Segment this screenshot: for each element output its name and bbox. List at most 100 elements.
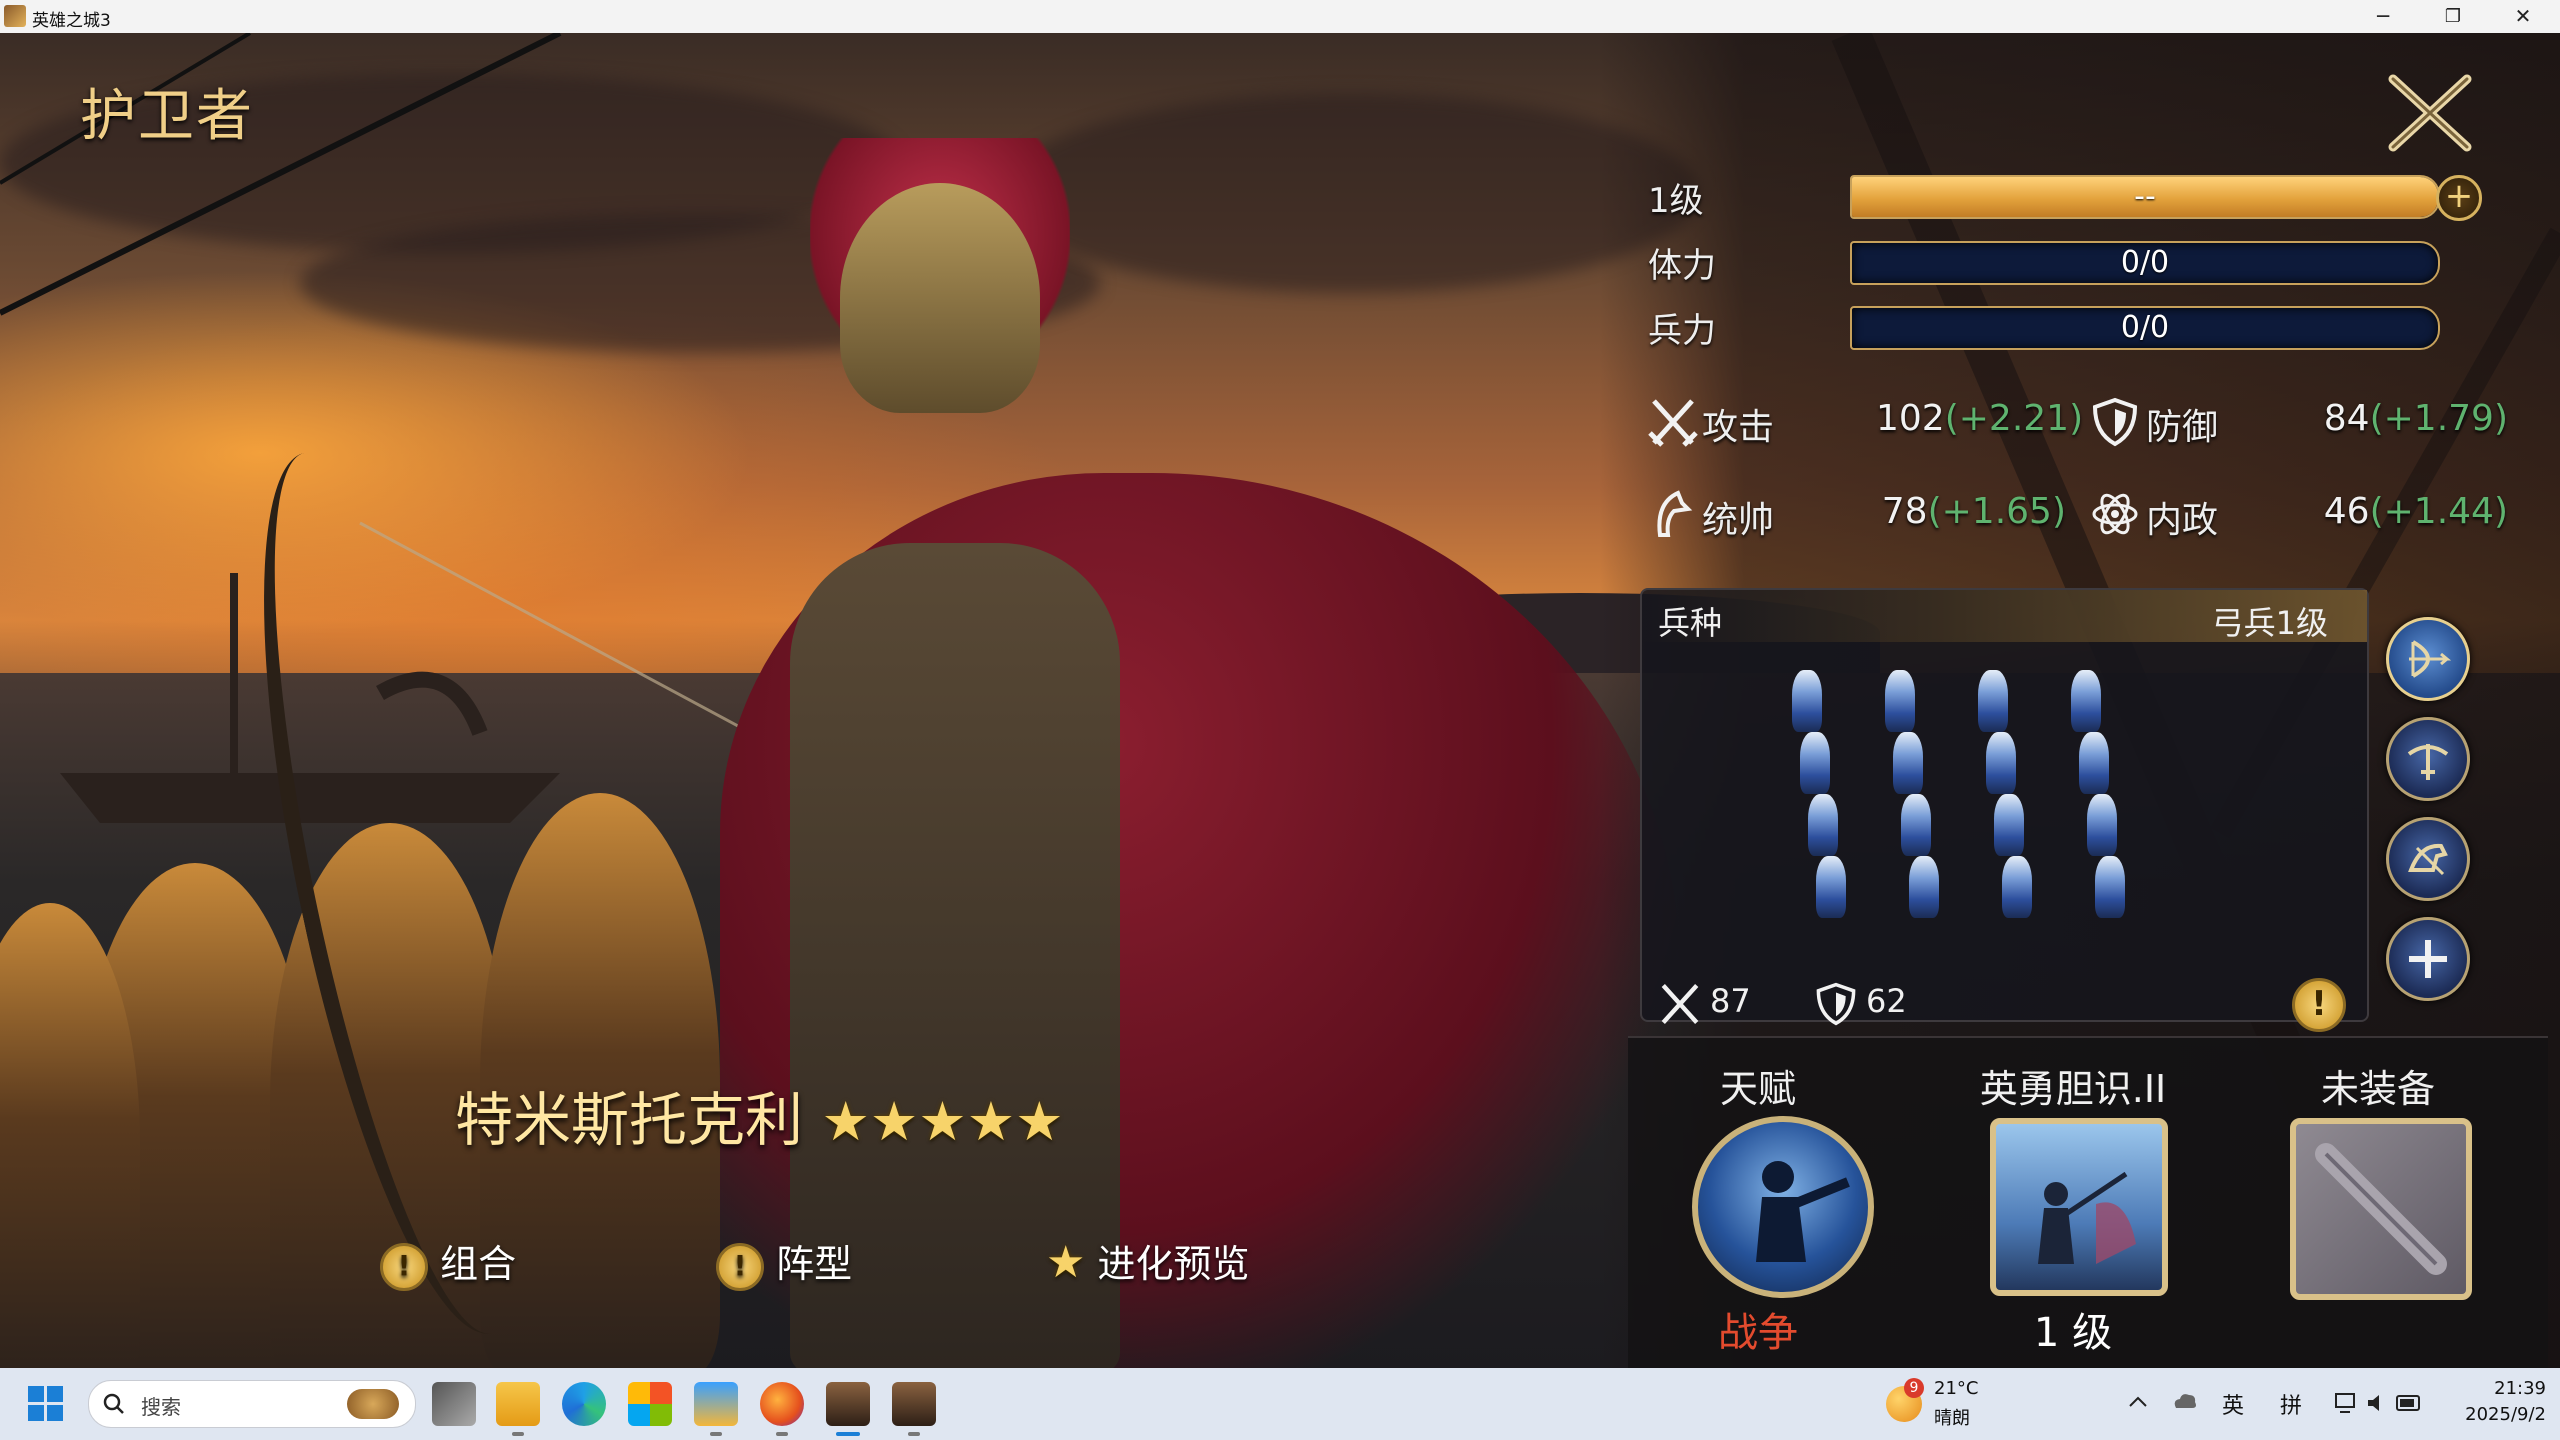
clock-time[interactable]: 21:39: [2466, 1378, 2546, 1399]
troop-formation-grid: [1792, 670, 2192, 950]
add-unit-tab[interactable]: [2386, 917, 2470, 1001]
defense-label: 防御: [2146, 407, 2219, 448]
edge-browser-icon[interactable]: [562, 1382, 606, 1426]
archer-troop-figure: [2095, 856, 2125, 918]
stamina-bar: 0/0: [1850, 241, 2440, 285]
game-viewport: 护卫者 1级 -- + 体力 0/0 兵力 0/0 攻击 102(+2.21) …: [0, 33, 2560, 1368]
app-running-indicator: [776, 1432, 788, 1436]
formation-label: 阵型: [776, 1242, 853, 1286]
crossbow-unit-icon: [2407, 744, 2449, 780]
talent-title: 天赋: [1719, 1067, 1796, 1111]
ms-store-icon[interactable]: [628, 1382, 672, 1426]
app-icon: [4, 5, 26, 27]
ime-lang[interactable]: 英: [2222, 1388, 2244, 1420]
archer-troop-figure: [1986, 732, 2016, 794]
combo-link[interactable]: ! 组合: [380, 1233, 516, 1291]
archer-troop-figure: [1994, 794, 2024, 856]
task-view-icon[interactable]: [432, 1382, 476, 1426]
minimize-button[interactable]: ─: [2348, 0, 2418, 33]
combo-label: 组合: [440, 1242, 517, 1286]
archer-troop-figure: [1909, 856, 1939, 918]
firefox-icon[interactable]: [760, 1382, 804, 1426]
weather-desc: 晴朗: [1934, 1408, 1970, 1429]
troop-label: 兵种: [1658, 604, 1723, 642]
archer-unit-tab[interactable]: [2386, 617, 2470, 701]
search-highlight-icon: [347, 1389, 399, 1419]
formation-link[interactable]: ! 阵型: [716, 1233, 852, 1291]
troop-defense-value: 62: [1866, 982, 1907, 1020]
search-placeholder: 搜索: [141, 1395, 181, 1419]
hero-star-icon: ★: [1015, 1090, 1064, 1153]
taskbar: 搜索 9 21°C 晴朗 英 拼 21:39 2025/9/2: [0, 1368, 2560, 1440]
onedrive-cloud-icon[interactable]: [2172, 1390, 2198, 1412]
archer-troop-figure: [2002, 856, 2032, 918]
level-up-button[interactable]: +: [2436, 175, 2482, 221]
politics-bonus: (+1.44): [2369, 491, 2508, 532]
defense-value-group: 84(+1.79): [2318, 398, 2508, 439]
game-launcher-icon[interactable]: [694, 1382, 738, 1426]
warrior-silhouette-icon: [1756, 1161, 1850, 1262]
window-title: 英雄之城3: [32, 11, 111, 31]
crossbow-unit-tab[interactable]: [2386, 717, 2470, 801]
window-titlebar: 英雄之城3 ─ ❐ ✕: [0, 0, 2560, 33]
archer-troop-figure: [2079, 732, 2109, 794]
battery-icon[interactable]: [2396, 1392, 2424, 1414]
level-value: --: [2134, 179, 2156, 214]
weather-temp: 21°C: [1934, 1378, 1979, 1399]
politics-label: 内政: [2146, 500, 2219, 541]
close-window-button[interactable]: ✕: [2488, 0, 2558, 33]
volume-icon[interactable]: [2366, 1392, 2388, 1414]
gear-slot-button[interactable]: [2290, 1118, 2472, 1300]
close-panel-button[interactable]: [2385, 73, 2475, 153]
archer-troop-figure: [2071, 670, 2101, 732]
command-bonus: (+1.65): [1927, 491, 2066, 532]
page-title: 护卫者: [80, 84, 254, 149]
troop-panel: 兵种 弓兵1级 87 62 !: [1640, 588, 2369, 1032]
horse-archer-unit-tab[interactable]: [2386, 817, 2470, 901]
troop-attack-value: 87: [1710, 982, 1751, 1020]
troop-attack-icon: [1661, 984, 1699, 1024]
clock-date[interactable]: 2025/9/2: [2446, 1404, 2546, 1425]
talent-war-button[interactable]: [1692, 1116, 1874, 1298]
troop-defense-icon: [1816, 982, 1856, 1026]
defense-value: 84: [2323, 398, 2370, 439]
windows-start-icon[interactable]: [28, 1386, 64, 1422]
archer-troop-figure: [1800, 732, 1830, 794]
stamina-value: 0/0: [2120, 245, 2170, 280]
archer-troop-figure: [1893, 732, 1923, 794]
equipment-panel: 天赋 战争 英勇胆识.II 1 级 未装备: [1628, 1036, 2548, 1368]
hero-star-icon: ★: [966, 1090, 1016, 1153]
attack-swords-icon: [1648, 399, 1698, 447]
hero-helmet: [840, 183, 1040, 413]
app-running-indicator: [908, 1432, 920, 1436]
skill-sub: 1 级: [2033, 1310, 2113, 1356]
skill-slot-button[interactable]: [1990, 1118, 2168, 1296]
weather-badge: 9: [1904, 1378, 1924, 1398]
chevron-up-icon[interactable]: [2128, 1394, 2148, 1408]
archer-troop-figure: [1885, 670, 1915, 732]
combo-warning-icon: !: [380, 1242, 428, 1291]
stamina-label: 体力: [1648, 246, 1716, 286]
taskbar-search-box[interactable]: 搜索: [88, 1380, 416, 1428]
file-explorer-icon[interactable]: [496, 1382, 540, 1426]
hero-city-app-icon[interactable]: [826, 1382, 870, 1426]
close-x-icon: [2388, 74, 2472, 152]
hero-name: 特米斯托克利: [455, 1086, 804, 1154]
evolve-star-icon: ★: [1046, 1237, 1086, 1288]
restore-button[interactable]: ❐: [2418, 0, 2488, 33]
ime-mode[interactable]: 拼: [2280, 1388, 2302, 1420]
level-bar: --: [1850, 175, 2440, 219]
attack-value: 102: [1876, 398, 1945, 439]
hero-city-app-icon-2[interactable]: [892, 1382, 936, 1426]
hero-star-icon: ★: [821, 1090, 870, 1153]
network-icon[interactable]: [2334, 1392, 2360, 1414]
archer-troop-figure: [1808, 794, 1838, 856]
gear-title: 未装备: [2320, 1067, 2435, 1111]
troop-warning-icon[interactable]: !: [2292, 978, 2346, 1032]
formation-warning-icon: !: [716, 1242, 764, 1291]
evolve-preview-link[interactable]: ★ 进化预览: [1046, 1233, 1250, 1288]
attack-value-group: 102(+2.21): [1876, 398, 2083, 439]
troop-type: 弓兵1级: [2211, 604, 2328, 642]
evolve-label: 进化预览: [1097, 1242, 1250, 1286]
add-unit-icon: [2409, 940, 2447, 978]
